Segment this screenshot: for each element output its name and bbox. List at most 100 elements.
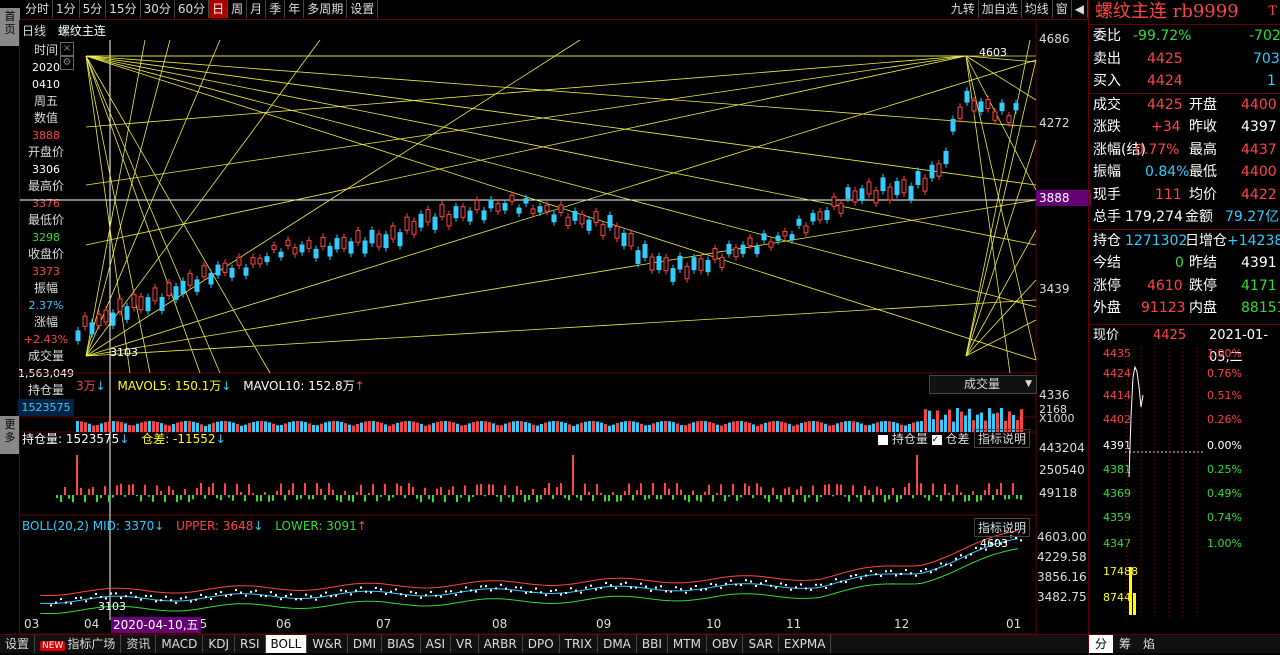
boll-help-button[interactable]: 指标说明 (974, 518, 1031, 537)
quote-cell: -99.72% (1133, 28, 1192, 44)
indicator-tab-macd-3[interactable]: MACD (156, 635, 204, 653)
quote-cell: +34 (1151, 119, 1181, 135)
quote-row-12: 今结 0 昨结 4391 (1089, 252, 1280, 275)
toolbar-right-button-1[interactable]: 加自选 (979, 0, 1022, 18)
indicator-tab-asi-10[interactable]: ASI (421, 635, 452, 653)
home-side-tab[interactable]: 首页 (0, 8, 20, 46)
toolbar-right-button-4[interactable]: ◀ (1072, 0, 1088, 18)
period-button-8[interactable]: 月 (247, 0, 267, 18)
mini-tab-2[interactable]: 焰 (1137, 635, 1161, 653)
indicator-tab-rsi-5[interactable]: RSI (235, 635, 266, 653)
current-price-cell: 4425 (1153, 327, 1187, 343)
intraday-mini-chart[interactable]: 4435 4424 4414 4402 4391 4381 4369 4359 4347 1748… (1089, 347, 1280, 617)
indicator-tab-bias-9[interactable]: BIAS (382, 635, 421, 653)
period-button-0[interactable]: 分时 (22, 0, 54, 18)
oi-legend-value: 持仓量: 1523575 (22, 432, 120, 446)
boll-upper: UPPER: 3648 (176, 519, 254, 533)
period-button-2[interactable]: 5分 (80, 0, 107, 18)
indicator-tab-kdj-4[interactable]: KDJ (203, 635, 236, 653)
main-low-mark: 3103 (110, 346, 138, 359)
indicator-dropdown[interactable]: 成交量 ▼ (929, 375, 1037, 394)
mini-right-axis-4: 0.00% (1207, 439, 1242, 452)
x-axis-label-4: 07 (376, 617, 392, 631)
quote-cell: 总手 (1093, 209, 1121, 225)
main-high-mark: 4603 (979, 46, 1007, 59)
indicator-tab-arbr-12[interactable]: ARBR (479, 635, 523, 653)
x-axis-label-0: 03 (24, 617, 40, 631)
quote-cell: 4437 (1241, 141, 1277, 158)
volume-bars (76, 407, 1023, 432)
indicator-tab-obv-18[interactable]: OBV (707, 635, 744, 653)
diff-checkbox[interactable]: ✓ (931, 434, 942, 445)
period-button-6[interactable]: 日 (209, 0, 229, 18)
quote-cell: 4400 (1241, 164, 1277, 180)
indicator-tab-vr-11[interactable]: VR (451, 635, 479, 653)
quote-cell: 金额 (1185, 209, 1213, 225)
period-button-1[interactable]: 1分 (53, 0, 80, 18)
main-axis-3439: 3439 (1039, 282, 1070, 296)
quote-cell: 日增仓 (1185, 232, 1227, 249)
mini-right-axis-2: 0.51% (1207, 389, 1242, 402)
quote-cell: 4397 (1241, 119, 1277, 135)
indicator-tab-dpo-13[interactable]: DPO (523, 635, 560, 653)
oi-checkbox[interactable] (878, 434, 888, 445)
oi-bars (56, 455, 1022, 503)
quote-cell: 4425 (1147, 96, 1183, 113)
mini-right-axis-7: 0.74% (1207, 511, 1242, 524)
mini-right-axis-3: 0.26% (1207, 413, 1242, 426)
quote-cell: 振幅 (1093, 164, 1121, 180)
toolbar-right-button-0[interactable]: 九转 (948, 0, 979, 18)
main-axis-4686: 4686 (1039, 32, 1070, 46)
quote-row-0: 委比 -99.72% -702 (1089, 25, 1280, 48)
quote-title-tag: T (1268, 4, 1277, 19)
period-button-10[interactable]: 年 (285, 0, 305, 18)
indicator-tab-bbi-16[interactable]: BBI (637, 635, 668, 653)
period-buttons: 分时 1分 5分 15分 30分 60分日周月季年多周期 设置 (22, 0, 379, 18)
quote-cell: 昨收 (1189, 119, 1217, 135)
indicator-tab-dma-15[interactable]: DMA (598, 635, 637, 653)
period-button-5[interactable]: 60分 (175, 0, 210, 18)
period-button-7[interactable]: 周 (228, 0, 248, 18)
mini-tab-0[interactable]: 分 (1089, 635, 1113, 653)
oi-help-button[interactable]: 指标说明 (974, 429, 1031, 448)
oi-diff-value: 仓差: -11552 (141, 432, 216, 446)
indicator-tab-mtm-17[interactable]: MTM (668, 635, 707, 653)
quote-cell: 0 (1175, 255, 1184, 271)
indicator-tab-trix-14[interactable]: TRIX (560, 635, 599, 653)
toolbar-right-button-3[interactable]: 窗 (1053, 0, 1072, 18)
boll-lower: LOWER: 3091 (275, 519, 357, 533)
period-button-4[interactable]: 30分 (141, 0, 175, 18)
oi-checkboxes: 持仓量 ✓ 仓差 (878, 430, 970, 447)
quote-cell: 涨跌 (1093, 119, 1121, 135)
quote-cell: 涨停 (1093, 277, 1121, 294)
quote-row-11: 持仓 1271302 日增仓 +14238 (1089, 230, 1280, 253)
new-badge: NEW (40, 641, 66, 651)
indicator-tab-sar-19[interactable]: SAR (743, 635, 779, 653)
quote-cell: 4424 (1147, 73, 1183, 89)
indicator-tab--2[interactable]: 资讯 (121, 635, 157, 653)
toolbar-right-button-2[interactable]: 均线 (1022, 0, 1053, 18)
boll-lines (39, 530, 1022, 614)
more-side-tab[interactable]: 更多 (0, 416, 20, 454)
indicator-tab-boll-6[interactable]: BOLL (265, 635, 308, 653)
indicator-tab--1[interactable]: NEW 指标广场 (35, 635, 122, 653)
period-button-3[interactable]: 15分 (106, 0, 141, 18)
quote-row-4: 成交 4425 开盘 4400 (1089, 94, 1280, 117)
mini-tab-1[interactable]: 筹 (1113, 635, 1137, 653)
indicator-tab-dmi-8[interactable]: DMI (348, 635, 383, 653)
volume-prefix: 3万 (76, 379, 96, 393)
indicator-tab-expma-20[interactable]: EXPMA (779, 635, 832, 653)
period-button-11[interactable]: 多周期 (304, 0, 348, 18)
period-button-12[interactable]: 设置 (347, 0, 379, 18)
quote-cell: 开盘 (1189, 96, 1217, 113)
period-button-9[interactable]: 季 (266, 0, 286, 18)
indicator-tab--0[interactable]: 设置 (0, 635, 36, 653)
mini-right-axis-8: 1.00% (1207, 537, 1242, 550)
quote-cell: 现手 (1093, 186, 1121, 203)
boll-axis-2: 4229.58 (1037, 550, 1087, 564)
chevron-down-icon: ▼ (1025, 379, 1032, 389)
main-chart-area[interactable] (20, 20, 1088, 634)
indicator-tab-wr-7[interactable]: W&R (307, 635, 348, 653)
toolbar-right-buttons: 九转 加自选 均线窗 ◀ (948, 0, 1088, 18)
x-axis-label-10: 01 (1006, 617, 1022, 631)
